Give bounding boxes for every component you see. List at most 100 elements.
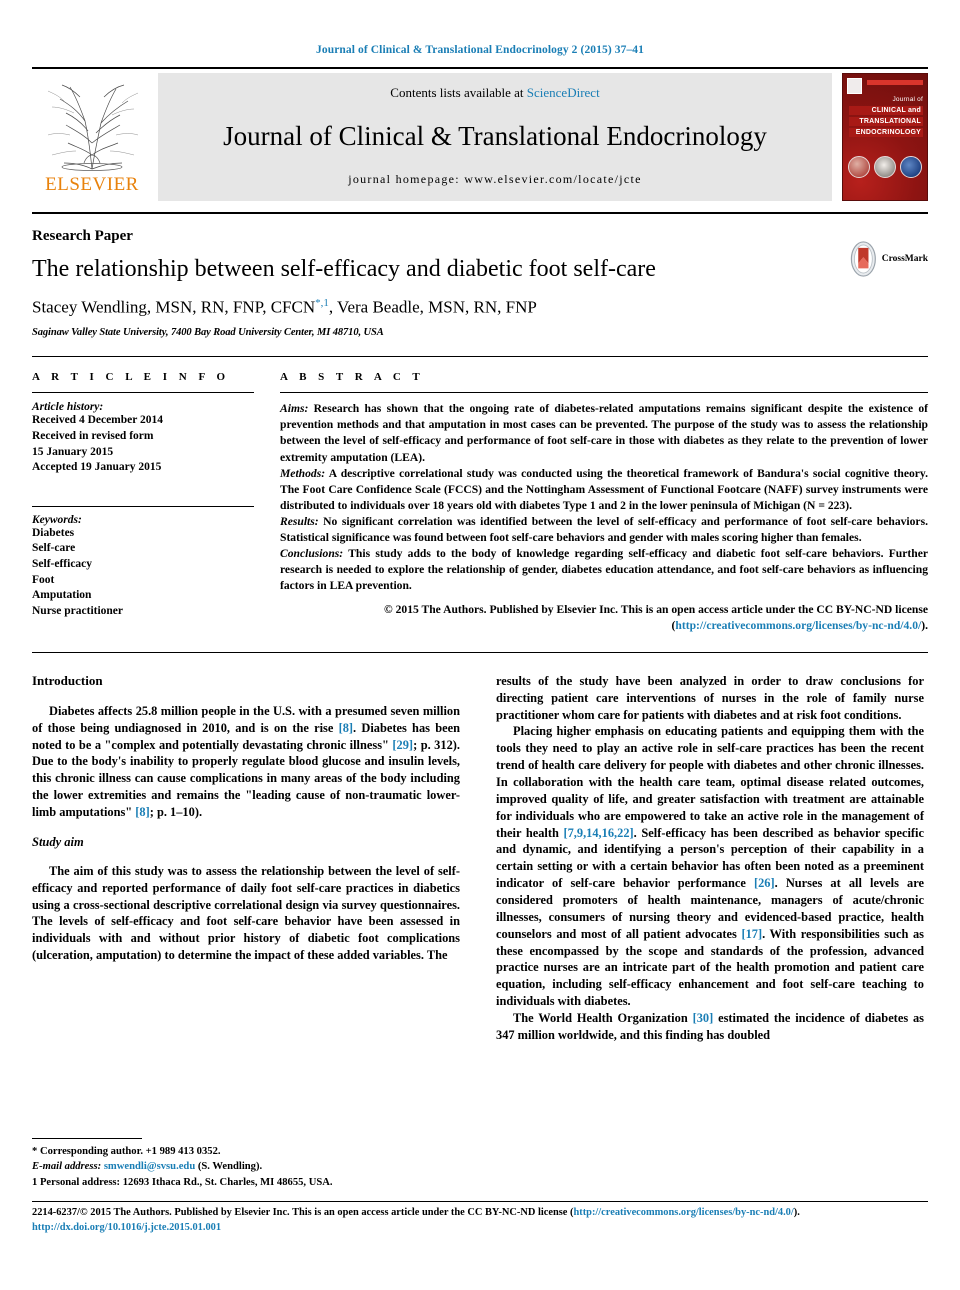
article-info-heading: A R T I C L E I N F O [32,371,230,384]
history-item: Received in revised form [32,429,154,442]
cover-line-2: CLINICAL and [849,106,923,115]
affiliation: Saginaw Valley State University, 7400 Ba… [32,327,384,339]
journal-homepage[interactable]: journal homepage: www.elsevier.com/locat… [348,172,642,187]
abstract-aims-label: Aims: [280,402,309,416]
email-link[interactable]: smwendli@svsu.edu [104,1161,195,1172]
abstract-conclusions-text: This study adds to the body of knowledge… [280,547,928,593]
abstract-divider [280,392,928,394]
citation-ref[interactable]: [8] [339,721,353,735]
masthead-center-panel: Contents lists available at ScienceDirec… [158,73,832,201]
article-history-label: Article history: [32,401,104,414]
cover-red-bar [867,80,923,85]
abstract-methods-text: A descriptive correlational study was co… [280,466,928,512]
author-secondary: , Vera Beadle, MSN, RN, FNP [328,297,537,317]
issn-text: 2214-6237/© 2015 The Authors. Published … [32,1206,574,1218]
issn-tail: ). [793,1206,800,1218]
history-item: 15 January 2015 [32,445,114,458]
keyword-item: Amputation [32,589,92,602]
bottom-license-link[interactable]: http://creativecommons.org/licenses/by-n… [573,1207,793,1218]
footnotes-block: * Corresponding author. +1 989 413 0352.… [32,1137,460,1190]
abstract-methods-label: Methods: [280,466,326,480]
elsevier-tree-icon [40,77,144,173]
elsevier-wordmark: ELSEVIER [45,174,139,195]
footnote-corresponding-author: * Corresponding author. +1 989 413 0352. [32,1145,221,1157]
journal-masthead: ELSEVIER Contents lists available at Sci… [32,73,928,201]
abstract-results-label: Results: [280,515,319,529]
keyword-item: Foot [32,573,55,586]
citation-ref[interactable]: [8] [135,805,149,819]
email-label: E-mail address: [32,1161,102,1173]
heading-introduction: Introduction [32,672,103,688]
right-paragraph-3: The World Health Organization [30] estim… [496,1010,924,1044]
history-item: Received 4 December 2014 [32,414,164,427]
right-paragraph-1: results of the study have been analyzed … [496,673,924,722]
abstract-results-text: No significant correlation was identifie… [280,515,928,545]
crossmark-badge[interactable]: CrossMark [848,236,928,282]
keywords-divider [32,505,254,507]
sciencedirect-link[interactable]: ScienceDirect [527,85,600,100]
citation-ref[interactable]: [17] [741,927,762,941]
abstract-body: Aims: Research has shown that the ongoin… [280,401,928,594]
citation-ref[interactable]: [7,9,14,16,22] [563,826,633,840]
cover-line-4: ENDOCRINOLOGY [849,128,923,137]
top-rule [32,67,928,69]
journal-cover-thumbnail: Journal of CLINICAL and TRANSLATIONAL EN… [842,73,928,201]
citation-ref[interactable]: [26] [754,876,775,890]
right-column: results of the study have been analyzed … [496,673,924,1044]
citation-ref[interactable]: [30] [693,1011,714,1025]
paper-page: Journal of Clinical & Translational Endo… [0,0,960,1290]
author-primary: Stacey Wendling, MSN, RN, FNP, CFCN [32,297,316,317]
cover-line-1: Journal of [892,96,923,103]
abstract-conclusions-label: Conclusions: [280,547,344,561]
bottom-license-block: 2214-6237/© 2015 The Authors. Published … [32,1205,928,1236]
cc-license-link[interactable]: http://creativecommons.org/licenses/by-n… [675,619,921,632]
keywords-block: Keywords: Diabetes Self-care Self-effica… [32,505,254,620]
abstract-column: A B S T R A C T Aims: Research has shown… [280,371,928,634]
copyright-tail: ). [921,618,928,632]
cover-elsevier-mark [847,78,862,94]
keyword-item: Diabetes [32,526,75,539]
crossmark-label: CrossMark [881,254,928,264]
running-head: Journal of Clinical & Translational Endo… [316,44,644,56]
history-item: Accepted 19 January 2015 [32,461,162,474]
author-footnote-marks[interactable]: *,1 [315,297,329,309]
left-column: Introduction Diabetes affects 25.8 milli… [32,673,460,1044]
info-abstract-row: A R T I C L E I N F O Article history: R… [32,357,928,634]
abstract-copyright: © 2015 The Authors. Published by Elsevie… [280,602,928,634]
right-paragraph-2: Placing higher emphasis on educating pat… [496,723,924,1010]
abstract-aims-text: Research has shown that the ongoing rate… [280,402,928,464]
intro-paragraph-1: Diabetes affects 25.8 million people in … [32,703,460,821]
citation-ref[interactable]: [29] [392,738,413,752]
right-p3-a: The World Health Organization [513,1010,693,1025]
article-title-block: Research Paper The relationship between … [32,214,928,338]
study-aim-paragraph: The aim of this study was to assess the … [32,863,460,963]
footnote-personal-address: 1 Personal address: 12693 Ithaca Rd., St… [32,1176,333,1188]
keywords-label: Keywords: [32,513,82,526]
article-info-divider [32,392,254,394]
article-info-column: A R T I C L E I N F O Article history: R… [32,371,254,634]
heading-study-aim: Study aim [32,834,84,849]
body-columns: Introduction Diabetes affects 25.8 milli… [32,653,928,1044]
cover-circle-scan [874,156,896,178]
keyword-item: Self-care [32,542,76,555]
page-title: The relationship between self-efficacy a… [32,256,656,282]
doi-link[interactable]: http://dx.doi.org/10.1016/j.jcte.2015.01… [32,1220,928,1236]
footnote-email: E-mail address: smwendli@svsu.edu (S. We… [32,1159,460,1174]
footnote-rule [32,1137,142,1139]
crossmark-icon [850,241,876,277]
bottom-rule [32,1201,928,1202]
elsevier-logo: ELSEVIER [32,73,152,201]
intro-p1-d: ; p. 1–10). [149,804,203,819]
journal-title: Journal of Clinical & Translational Endo… [223,121,767,151]
contents-available-line: Contents lists available at ScienceDirec… [390,85,599,101]
cover-line-3: TRANSLATIONAL [849,117,923,126]
author-list: Stacey Wendling, MSN, RN, FNP, CFCN*,1, … [32,297,928,318]
article-type: Research Paper [32,228,133,244]
cover-circle-blue [900,156,922,178]
email-tail: (S. Wendling). [195,1161,263,1173]
contents-prefix: Contents lists available at [390,85,524,100]
abstract-heading: A B S T R A C T [280,371,425,384]
keyword-item: Self-efficacy [32,558,93,570]
keyword-item: Nurse practitioner [32,604,124,617]
right-p2-a: Placing higher emphasis on educating pat… [496,724,924,840]
